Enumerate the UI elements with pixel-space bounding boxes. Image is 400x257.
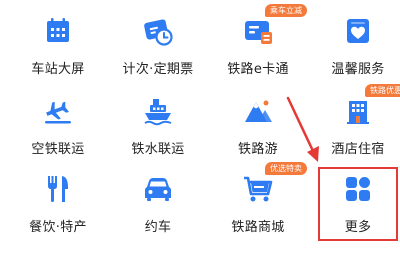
service-railway-tour[interactable]: 铁路游 [208, 95, 308, 165]
service-dining[interactable]: 餐饮·特产 [8, 173, 108, 243]
service-label: 铁路商城 [231, 220, 285, 235]
mountain-travel-icon [242, 95, 274, 127]
service-railway-ecard[interactable]: 乘车立减 铁路e卡通 [208, 4, 308, 85]
service-air-rail[interactable]: 空铁联运 [8, 95, 108, 165]
service-label: 铁路e卡通 [227, 62, 289, 77]
plane-train-icon [42, 95, 74, 127]
hotel-icon [342, 95, 374, 127]
service-car-booking[interactable]: 约车 [108, 173, 208, 243]
service-label: 铁水联运 [131, 142, 185, 157]
station-screen-icon [42, 15, 74, 47]
heart-service-icon [342, 15, 374, 47]
service-periodic-ticket[interactable]: 计次·定期票 [108, 15, 208, 85]
service-label: 空铁联运 [31, 142, 85, 157]
service-label: 温馨服务 [331, 62, 385, 77]
service-station-screen[interactable]: 车站大屏 [8, 15, 108, 85]
shopping-cart-icon [242, 173, 274, 205]
service-warm-service[interactable]: 温馨服务 [308, 15, 400, 85]
service-label: 餐饮·特产 [29, 220, 87, 235]
service-label: 铁路游 [238, 142, 278, 157]
service-railway-mall[interactable]: 优选特卖 铁路商城 [208, 162, 308, 243]
service-rail-water[interactable]: 铁水联运 [108, 95, 208, 165]
dining-icon [42, 173, 74, 205]
highlight-box [318, 167, 398, 241]
service-label: 约车 [144, 220, 172, 235]
service-label: 计次·定期票 [122, 62, 194, 77]
service-hotel[interactable]: 铁路优惠 酒店住宿 [308, 84, 400, 165]
service-label: 酒店住宿 [331, 142, 385, 157]
car-icon [142, 173, 174, 205]
service-label: 车站大屏 [31, 62, 85, 77]
ship-icon [142, 95, 174, 127]
ticket-clock-icon [142, 15, 174, 47]
railway-card-icon [242, 15, 274, 47]
